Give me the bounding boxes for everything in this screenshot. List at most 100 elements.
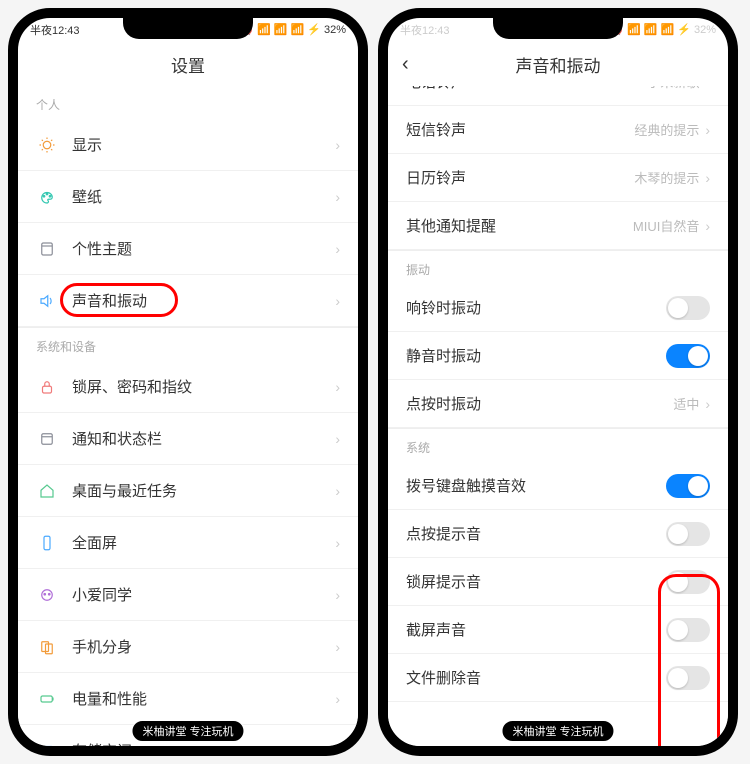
toggle-switch[interactable] bbox=[666, 522, 710, 546]
row-value: 经典的提示 bbox=[634, 120, 699, 139]
row-label: 电量和性能 bbox=[72, 688, 335, 709]
chevron-right-icon: › bbox=[335, 293, 340, 309]
row-tap-vib[interactable]: 点按时振动 适中 › bbox=[388, 380, 728, 428]
toggle-switch[interactable] bbox=[666, 618, 710, 642]
chevron-right-icon: › bbox=[335, 241, 340, 257]
chevron-right-icon: › bbox=[335, 379, 340, 395]
chevron-right-icon: › bbox=[335, 535, 340, 551]
row-lock-tone[interactable]: 锁屏提示音 bbox=[388, 558, 728, 606]
settings-list[interactable]: 个人 显示 › 壁纸 › 个性主题 › 声音和振动 › 系统和设备 锁屏、密码和… bbox=[18, 86, 358, 746]
row-vib-silent[interactable]: 静音时振动 bbox=[388, 332, 728, 380]
row-label: 锁屏、密码和指纹 bbox=[72, 376, 335, 397]
row-label: 全面屏 bbox=[72, 532, 335, 553]
row-label: 静音时振动 bbox=[406, 345, 666, 366]
row-lock[interactable]: 锁屏、密码和指纹 › bbox=[18, 361, 358, 413]
chevron-right-icon: › bbox=[705, 122, 710, 138]
row-label: 锁屏提示音 bbox=[406, 571, 666, 592]
home-icon bbox=[36, 480, 58, 502]
row-fullscreen[interactable]: 全面屏 › bbox=[18, 517, 358, 569]
storage-icon bbox=[36, 740, 58, 747]
row-other-notify[interactable]: 其他通知提醒 MIUI自然音 › bbox=[388, 202, 728, 250]
row-calendar-ringtone[interactable]: 日历铃声 木琴的提示 › bbox=[388, 154, 728, 202]
row-battery[interactable]: 电量和性能 › bbox=[18, 673, 358, 725]
row-label: 点按提示音 bbox=[406, 523, 666, 544]
xiaoai-icon bbox=[36, 584, 58, 606]
chevron-right-icon: › bbox=[335, 587, 340, 603]
row-tap-tone[interactable]: 点按提示音 bbox=[388, 510, 728, 558]
chevron-right-icon: › bbox=[335, 189, 340, 205]
lock-icon bbox=[36, 376, 58, 398]
wallpaper-icon bbox=[36, 186, 58, 208]
toggle-switch[interactable] bbox=[666, 344, 710, 368]
row-label: 显示 bbox=[72, 134, 335, 155]
row-sms-ringtone[interactable]: 短信铃声 经典的提示 › bbox=[388, 106, 728, 154]
page-header: 设置 bbox=[18, 42, 358, 86]
chevron-right-icon: › bbox=[335, 431, 340, 447]
page-title: 声音和振动 bbox=[516, 52, 601, 77]
row-wallpaper[interactable]: 壁纸 › bbox=[18, 171, 358, 223]
chevron-right-icon: › bbox=[335, 743, 340, 747]
status-time: 半夜12:43 bbox=[400, 22, 450, 38]
row-notification[interactable]: 通知和状态栏 › bbox=[18, 413, 358, 465]
chin-label: 米柚讲堂 专注玩机 bbox=[131, 720, 244, 742]
row-label: 其他通知提醒 bbox=[406, 215, 633, 236]
page-title: 设置 bbox=[171, 52, 205, 77]
row-label: 通知和状态栏 bbox=[72, 428, 335, 449]
row-label: 手机分身 bbox=[72, 636, 335, 657]
row-label: 文件删除音 bbox=[406, 667, 666, 688]
toggle-switch[interactable] bbox=[666, 474, 710, 498]
row-label: 短信铃声 bbox=[406, 119, 634, 140]
toggle-switch[interactable] bbox=[666, 570, 710, 594]
notch bbox=[123, 17, 253, 39]
row-label: 桌面与最近任务 bbox=[72, 480, 335, 501]
notification-icon bbox=[36, 428, 58, 450]
phone-left: 半夜12:43 10.9K/s ⧖ ⏰ 📶 📶 📶 ⚡ 32% 设置 个人 显示… bbox=[8, 8, 368, 756]
row-screenshot-tone[interactable]: 截屏声音 bbox=[388, 606, 728, 654]
row-display[interactable]: 显示 › bbox=[18, 119, 358, 171]
chevron-right-icon: › bbox=[335, 691, 340, 707]
row-label: 壁纸 bbox=[72, 186, 335, 207]
row-value: MIUI自然音 bbox=[633, 216, 699, 235]
chevron-right-icon: › bbox=[335, 137, 340, 153]
row-label: 拨号键盘触摸音效 bbox=[406, 475, 666, 496]
row-label: 声音和振动 bbox=[72, 290, 335, 311]
row-desktop[interactable]: 桌面与最近任务 › bbox=[18, 465, 358, 517]
row-delete-tone[interactable]: 文件删除音 bbox=[388, 654, 728, 702]
phone-right: 半夜12:43 1.84K/s ⧖ ⏰ 📶 📶 📶 ⚡ 32% ‹ 声音和振动 … bbox=[378, 8, 738, 756]
chevron-right-icon: › bbox=[335, 639, 340, 655]
row-xiaoai[interactable]: 小爱同学 › bbox=[18, 569, 358, 621]
chevron-right-icon: › bbox=[705, 218, 710, 234]
status-time: 半夜12:43 bbox=[30, 22, 80, 38]
row-vib-ring[interactable]: 响铃时振动 bbox=[388, 284, 728, 332]
chevron-right-icon: › bbox=[705, 170, 710, 186]
toggle-switch[interactable] bbox=[666, 666, 710, 690]
battery-icon bbox=[36, 688, 58, 710]
row-label: 响铃时振动 bbox=[406, 297, 666, 318]
sound-settings-list[interactable]: 电话铃声 小米新歌 › 短信铃声 经典的提示 › 日历铃声 木琴的提示 › 其他… bbox=[388, 86, 728, 746]
section-header-system: 系统和设备 bbox=[18, 327, 358, 361]
row-themes[interactable]: 个性主题 › bbox=[18, 223, 358, 275]
row-label: 日历铃声 bbox=[406, 167, 634, 188]
notch bbox=[493, 17, 623, 39]
chevron-right-icon: › bbox=[705, 396, 710, 412]
row-label: 电话铃声 bbox=[406, 86, 647, 92]
clone-icon bbox=[36, 636, 58, 658]
row-value: 小米新歌 bbox=[647, 86, 699, 91]
section-header-system: 系统 bbox=[388, 428, 728, 462]
themes-icon bbox=[36, 238, 58, 260]
row-dial-tone[interactable]: 拨号键盘触摸音效 bbox=[388, 462, 728, 510]
chin-label: 米柚讲堂 专注玩机 bbox=[501, 720, 614, 742]
row-label: 点按时振动 bbox=[406, 393, 673, 414]
row-value: 木琴的提示 bbox=[634, 168, 699, 187]
row-sound-vibration[interactable]: 声音和振动 › bbox=[18, 275, 358, 327]
fullscreen-icon bbox=[36, 532, 58, 554]
section-header-vibration: 振动 bbox=[388, 250, 728, 284]
row-value: 适中 bbox=[673, 394, 699, 413]
display-icon bbox=[36, 134, 58, 156]
toggle-switch[interactable] bbox=[666, 296, 710, 320]
back-button[interactable]: ‹ bbox=[402, 53, 409, 76]
chevron-right-icon: › bbox=[705, 86, 710, 90]
section-header-personal: 个人 bbox=[18, 86, 358, 119]
row-second-space[interactable]: 手机分身 › bbox=[18, 621, 358, 673]
row-phone-ringtone[interactable]: 电话铃声 小米新歌 › bbox=[388, 86, 728, 106]
